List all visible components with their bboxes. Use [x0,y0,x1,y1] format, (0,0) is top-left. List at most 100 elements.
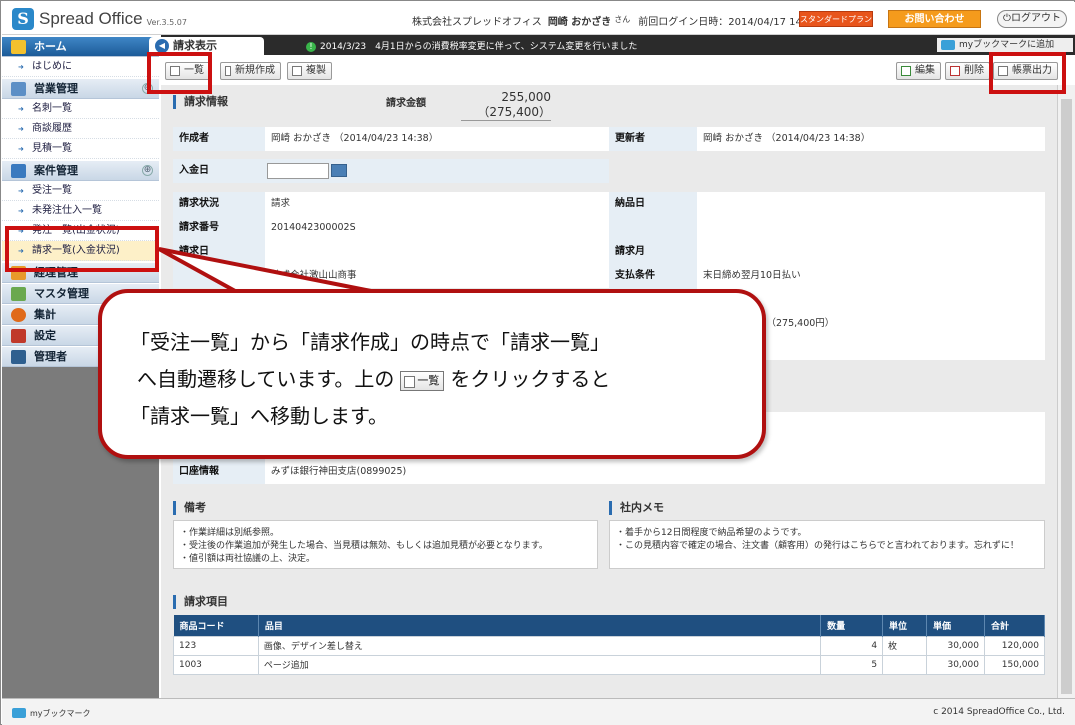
bikou-line: ・値引額は両社協議の上、決定。 [180,554,316,564]
col-total: 合計 [984,615,1046,636]
copy-icon [292,66,302,76]
creator-value: 岡崎 おかざき （2014/04/23 14:38） [265,127,609,151]
status-value: 請求 [265,192,609,216]
amount-value: 255,000 [501,90,551,104]
delete-button[interactable]: 削除 [945,62,990,80]
cell-unit [882,654,927,675]
sidebar-home[interactable]: ホーム [2,37,159,57]
scrollbar[interactable] [1057,85,1075,698]
blank-label [609,216,697,240]
sidebar-anken-label: 案件管理 [34,164,78,177]
sidebar-master-label: マスタ管理 [34,287,89,300]
calendar-icon[interactable] [331,164,347,177]
copy-label: 複製 [306,65,326,76]
table-header-row: 商品コード 品目 数量 単位 単価 合計 [173,615,1046,636]
number-value: 2014042300002S [265,216,609,240]
highlight-sidebar-seikyu [5,226,159,272]
cell-unit: 枚 [882,635,927,656]
amount-label: 請求金額 [386,98,426,109]
bank-label: 口座情報 [173,460,265,484]
chart-icon [11,308,26,322]
sidebar-item-intro[interactable]: はじめに [2,57,159,77]
memo-line: ・この見積内容で確定の場合、注文書（顧客用）の発行はこちらでと言われております。… [616,541,1019,551]
col-qty: 数量 [820,615,884,636]
sidebar-home-label: ホーム [34,40,67,53]
blank-value [697,216,1045,240]
bikou-box: ・作業詳細は別紙参照。 ・受注後の作業追加が発生した場合、当見積は無効、もしくは… [173,520,598,569]
footer-bookmark-label: myブックマーク [30,709,91,718]
amount-tax-value: （275,400） [461,103,551,121]
contact-button[interactable]: お問い合わせ [888,10,981,28]
logout-button[interactable]: ⏻ログアウト [997,10,1067,28]
sidebar-section-anken[interactable]: 案件管理 ⊕ [2,161,159,181]
sales-icon [11,82,26,96]
company-name: 株式会社スプレッドオフィス [412,17,542,28]
payment-date-label: 入金日 [173,159,265,183]
status-label: 請求状況 [173,192,265,216]
home-icon [11,40,26,54]
edit-label: 編集 [915,65,935,76]
callout-line-1: 「受注一覧」から「請求作成」の時点で「請求一覧」 [130,330,610,354]
items-title: 請求項目 [173,595,228,609]
table-row: 1003 ページ追加 5 30,000 150,000 [173,654,1046,675]
user-name: 岡崎 おかざき [547,17,612,28]
new-button[interactable]: 新規作成 [220,62,281,80]
version-label: Ver.3.5.07 [146,17,187,27]
callout-line-2: へ自動遷移しています。上の 一覧 をクリックすると [137,363,610,392]
cell-name: 画像、デザイン差し替え [257,635,822,656]
cell-qty: 5 [820,654,884,675]
new-label: 新規作成 [235,65,275,76]
tab-bar: ◀ 請求表示 ! 2014/3/23 4月1日からの消費税率変更に伴って、システム変… [149,35,1075,55]
scrollbar-thumb[interactable] [1061,99,1072,694]
invoice-month-label: 請求月 [609,240,697,264]
items-table: 商品コード 品目 数量 単位 単価 合計 123 画像、デザイン差し替え 4 枚… [173,615,1046,675]
memo-line: ・着手から12日間程度で納品希望のようです。 [616,528,807,538]
col-price: 単価 [926,615,985,636]
sidebar-kanri-label: 管理者 [34,350,67,363]
instruction-callout: 「受注一覧」から「請求作成」の時点で「請求一覧」 へ自動遷移しています。上の 一覧… [98,289,766,459]
bikou-title: 備考 [173,501,206,515]
callout-line-2a: へ自動遷移しています。上の [137,367,395,391]
delivery-value [697,192,1045,216]
bookmark-icon [12,708,26,718]
bookmark-icon [941,40,955,50]
app-header: S Spread Office Ver.3.5.07 株式会社スプレッドオフィス… [2,2,1075,35]
duplicate-button[interactable]: 複製 [287,62,332,80]
updater-label: 更新者 [609,127,697,151]
sidebar-item-mihacchu[interactable]: 未発注仕入一覧 [2,201,159,221]
sidebar-section-sales[interactable]: 営業管理 ⊖ [2,79,159,99]
highlight-print-button [989,52,1066,94]
info-icon: ! [306,42,316,52]
terms-label: 支払条件 [609,264,697,288]
sidebar-item-mitsumori[interactable]: 見積一覧 [2,139,159,159]
add-bookmark-button[interactable]: myブックマークに追加 [937,38,1073,52]
trash-icon [950,66,960,76]
cell-name: ページ追加 [257,654,822,675]
system-notice[interactable]: ! 2014/3/23 4月1日からの消費税率変更に伴って、システム変更を行いまし… [306,39,637,52]
callout-line-2b: をクリックすると [450,367,611,391]
logo[interactable]: S Spread Office Ver.3.5.07 [12,7,187,31]
memo-box: ・着手から12日間程度で納品希望のようです。 ・この見積内容で確定の場合、注文書… [609,520,1045,569]
tools-icon [11,329,26,343]
new-icon [225,66,231,76]
sidebar-item-juchu[interactable]: 受注一覧 [2,181,159,201]
edit-button[interactable]: 編集 [896,62,941,80]
col-name: 品目 [258,615,822,636]
sidebar-item-shodan[interactable]: 商談履歴 [2,119,159,139]
sidebar-shukei-label: 集計 [34,308,56,321]
delivery-label: 納品日 [609,192,697,216]
expand-icon[interactable]: ⊕ [142,165,153,176]
pencil-icon [901,66,911,76]
sidebar-item-meishi[interactable]: 名刺一覧 [2,99,159,119]
footer-bookmark[interactable]: myブックマーク [12,708,91,719]
payment-date-input[interactable] [267,163,329,179]
power-icon: ⏻ [1003,13,1011,24]
app-window: S Spread Office Ver.3.5.07 株式会社スプレッドオフィス… [0,0,1075,725]
plan-badge: スタンダードプラン [799,11,873,27]
bookmark-label: myブックマークに追加 [959,40,1055,50]
bikou-line: ・作業詳細は別紙参照。 [180,528,280,538]
back-icon[interactable]: ◀ [155,39,169,53]
memo-title: 社内メモ [609,501,664,515]
table-row: 123 画像、デザイン差し替え 4 枚 30,000 120,000 [173,635,1046,656]
sidebar-settei-label: 設定 [34,329,56,342]
